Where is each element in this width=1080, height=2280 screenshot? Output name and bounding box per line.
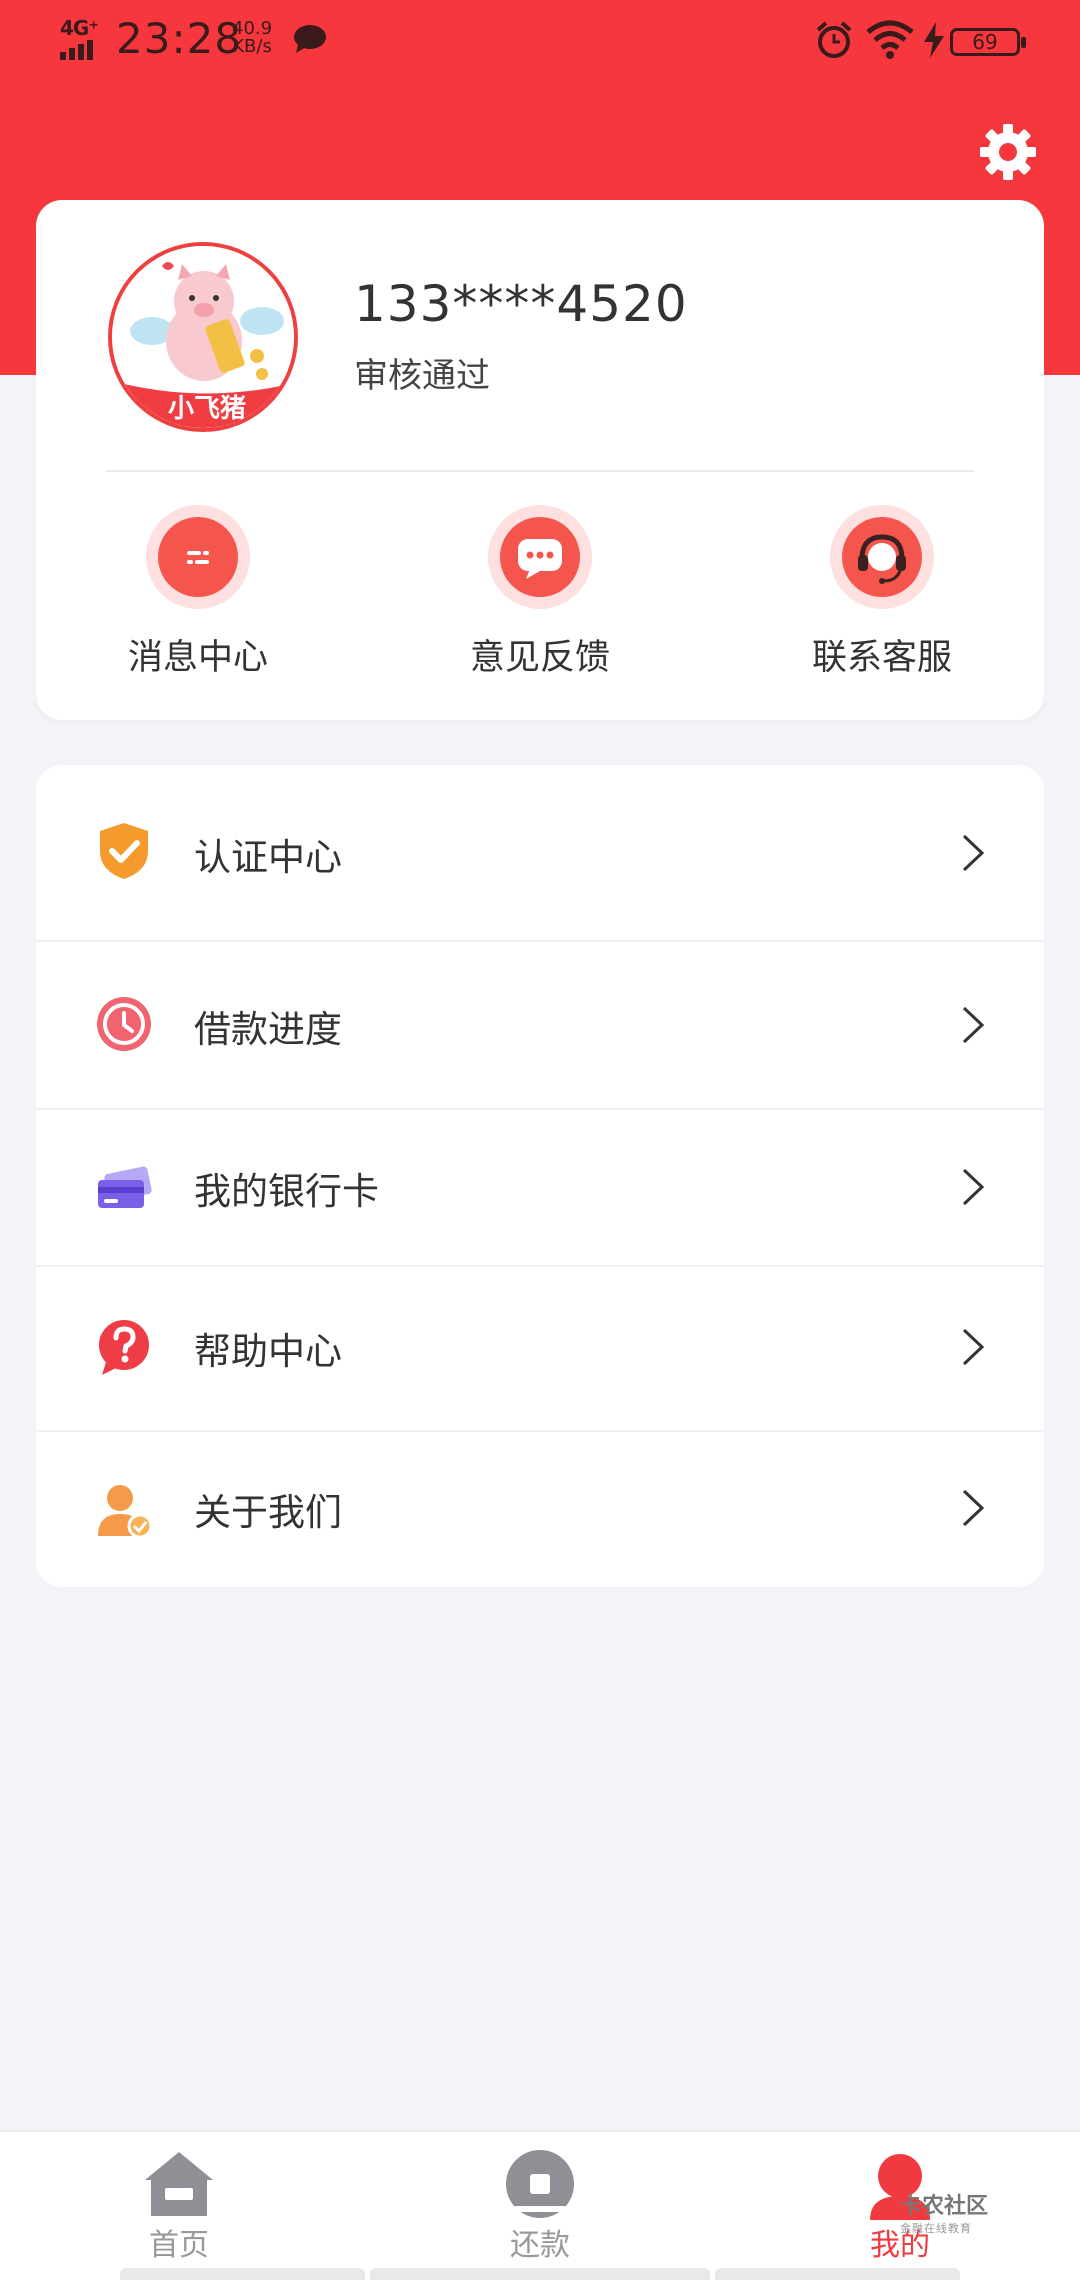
menu-item-help-center[interactable]: 帮助中心 [36, 1267, 1044, 1430]
network-speed-unit: KB/s [232, 36, 272, 57]
home-icon [143, 2150, 215, 2220]
menu-item-label: 帮助中心 [194, 1330, 342, 1373]
quick-action-icon-bg [146, 505, 250, 609]
menu-item-label: 关于我们 [194, 1491, 342, 1534]
quick-action-label: 意见反馈 [469, 638, 610, 678]
gear-icon[interactable] [978, 122, 1038, 182]
help-question-icon [99, 1320, 149, 1375]
tab-label: 还款 [510, 2228, 570, 2263]
audit-status: 审核通过 [354, 356, 490, 396]
quick-action-label: 消息中心 [127, 638, 268, 678]
watermark-subtitle: 金融在线教育 [900, 2222, 972, 2235]
alarm-icon [816, 21, 852, 58]
watermark: 卡农社区 金融在线教育 [900, 2188, 1030, 2235]
nav-indicator [370, 2268, 710, 2280]
avatar[interactable]: 小飞猪 [108, 242, 298, 432]
nav-indicator [120, 2268, 365, 2280]
network-type: 4G⁺ [60, 16, 99, 40]
tab-label: 首页 [149, 2228, 209, 2263]
shield-check-icon [100, 823, 148, 879]
chevron-right-icon [962, 834, 985, 872]
message-icon [158, 517, 238, 597]
bank-card-icon [98, 1166, 152, 1208]
nav-indicator [715, 2268, 960, 2280]
divider [106, 470, 974, 472]
status-bar: 4G⁺ 23:28 40.9 KB/s 69 [0, 0, 1080, 84]
menu-item-bank-card[interactable]: 我的银行卡 [36, 1110, 1044, 1265]
clock-icon [97, 997, 151, 1051]
tab-home[interactable]: 首页 [79, 2150, 279, 2264]
quick-action-feedback[interactable]: 意见反馈 [430, 505, 650, 680]
status-time: 23:28 [116, 14, 243, 63]
about-user-icon [98, 1485, 153, 1539]
wechat-icon [294, 25, 326, 53]
quick-action-icon-bg [488, 505, 592, 609]
chevron-right-icon [962, 1168, 985, 1206]
tab-repay[interactable]: 还款 [440, 2150, 640, 2264]
wifi-icon [866, 20, 914, 59]
signal-icon [60, 40, 96, 60]
chevron-right-icon [962, 1489, 985, 1527]
menu-item-loan-progress[interactable]: 借款进度 [36, 942, 1044, 1108]
menu-item-label: 认证中心 [194, 836, 342, 879]
chevron-right-icon [962, 1006, 985, 1044]
menu-item-about-us[interactable]: 关于我们 [36, 1432, 1044, 1587]
charging-icon [924, 22, 944, 58]
battery-icon: 69 [950, 28, 1026, 56]
menu-card: 认证中心 借款进度 我的银行卡 帮助中心 关于我们 [36, 765, 1044, 1587]
menu-item-label: 我的银行卡 [194, 1170, 379, 1213]
network-speed: 40.9 KB/s [232, 20, 272, 56]
user-phone: 133****4520 [354, 275, 688, 333]
watermark-title: 卡农社区 [900, 2194, 989, 2219]
menu-item-label: 借款进度 [194, 1008, 342, 1051]
repay-icon [504, 2150, 576, 2220]
chevron-right-icon [962, 1328, 985, 1366]
customer-service-icon [842, 517, 922, 597]
network-indicator: 4G⁺ [58, 16, 102, 62]
avatar-text: 小飞猪 [167, 394, 246, 424]
quick-action-icon-bg [830, 505, 934, 609]
menu-item-certification[interactable]: 认证中心 [36, 765, 1044, 940]
feedback-chat-icon [500, 517, 580, 597]
quick-action-label: 联系客服 [811, 638, 952, 678]
quick-action-message-center[interactable]: 消息中心 [88, 505, 308, 680]
profile-card: 小飞猪 133****4520 审核通过 消息中心 意见反馈 联系客服 [36, 200, 1044, 720]
quick-action-customer-service[interactable]: 联系客服 [772, 505, 992, 680]
